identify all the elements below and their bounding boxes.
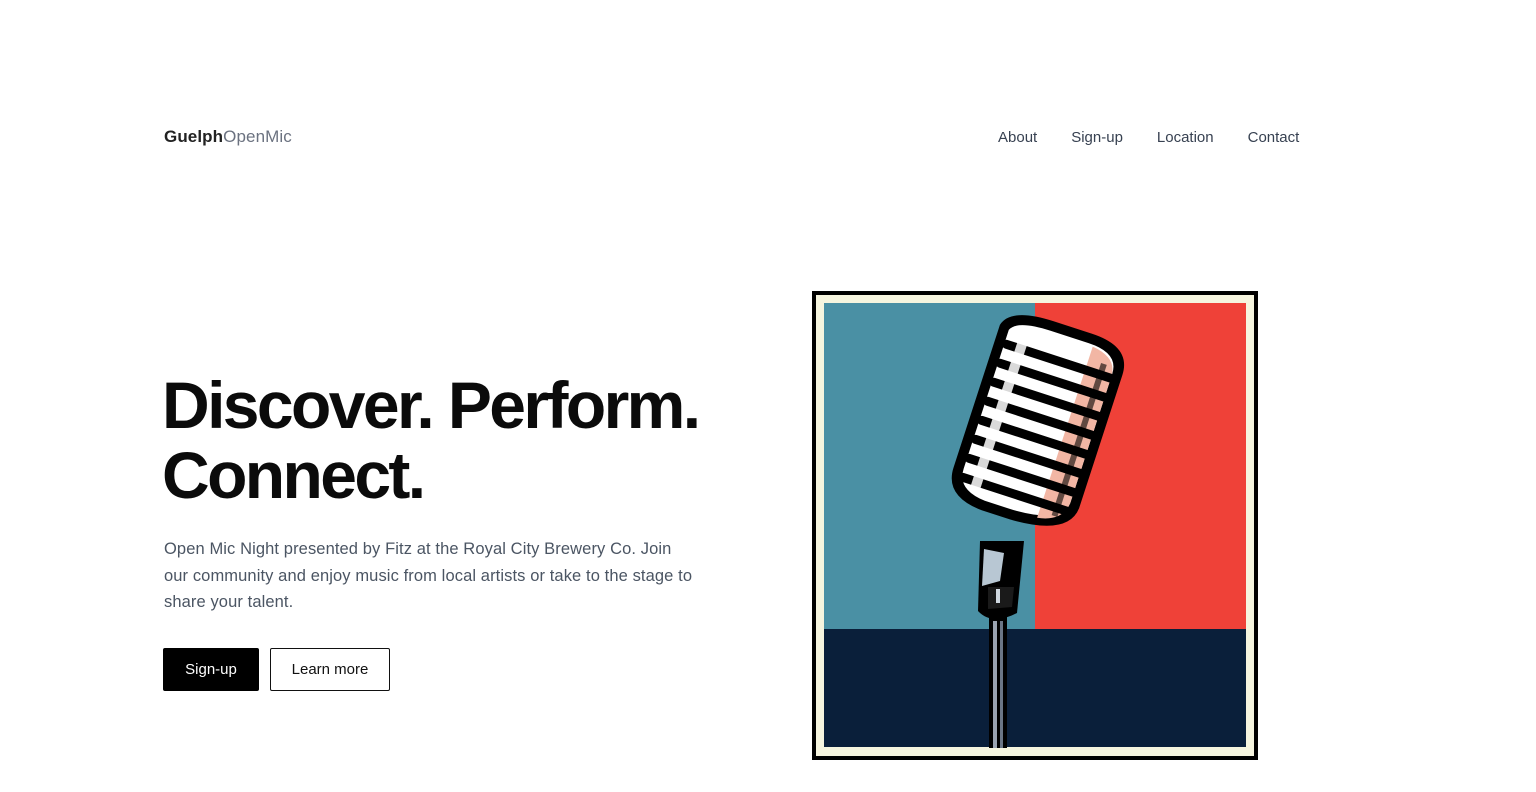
logo-light-text: OpenMic — [223, 127, 292, 146]
learn-more-button[interactable]: Learn more — [270, 648, 390, 691]
nav-link-sign-up[interactable]: Sign-up — [1071, 128, 1123, 148]
microphone-poster — [812, 291, 1258, 760]
nav-link-contact[interactable]: Contact — [1248, 128, 1300, 148]
poster-floor — [824, 629, 1246, 747]
hero-headline: Discover. Perform. Connect. — [162, 370, 762, 510]
hero-description: Open Mic Night presented by Fitz at the … — [164, 540, 693, 611]
page: GuelphOpenMic About Sign-up Location Con… — [0, 0, 1536, 792]
mic-neck — [978, 541, 1024, 620]
sign-up-button[interactable]: Sign-up — [163, 648, 259, 691]
logo-bold-text: Guelph — [164, 127, 224, 146]
main-nav: About Sign-up Location Contact — [998, 128, 1299, 148]
headline-line-2: Connect. — [162, 438, 426, 512]
mic-stand — [989, 616, 1007, 748]
nav-link-location[interactable]: Location — [1157, 128, 1214, 148]
nav-link-about[interactable]: About — [998, 128, 1037, 148]
microphone-icon — [812, 291, 1258, 760]
site-logo[interactable]: GuelphOpenMic — [164, 126, 292, 148]
headline-line-1: Discover. Perform. — [162, 368, 701, 442]
